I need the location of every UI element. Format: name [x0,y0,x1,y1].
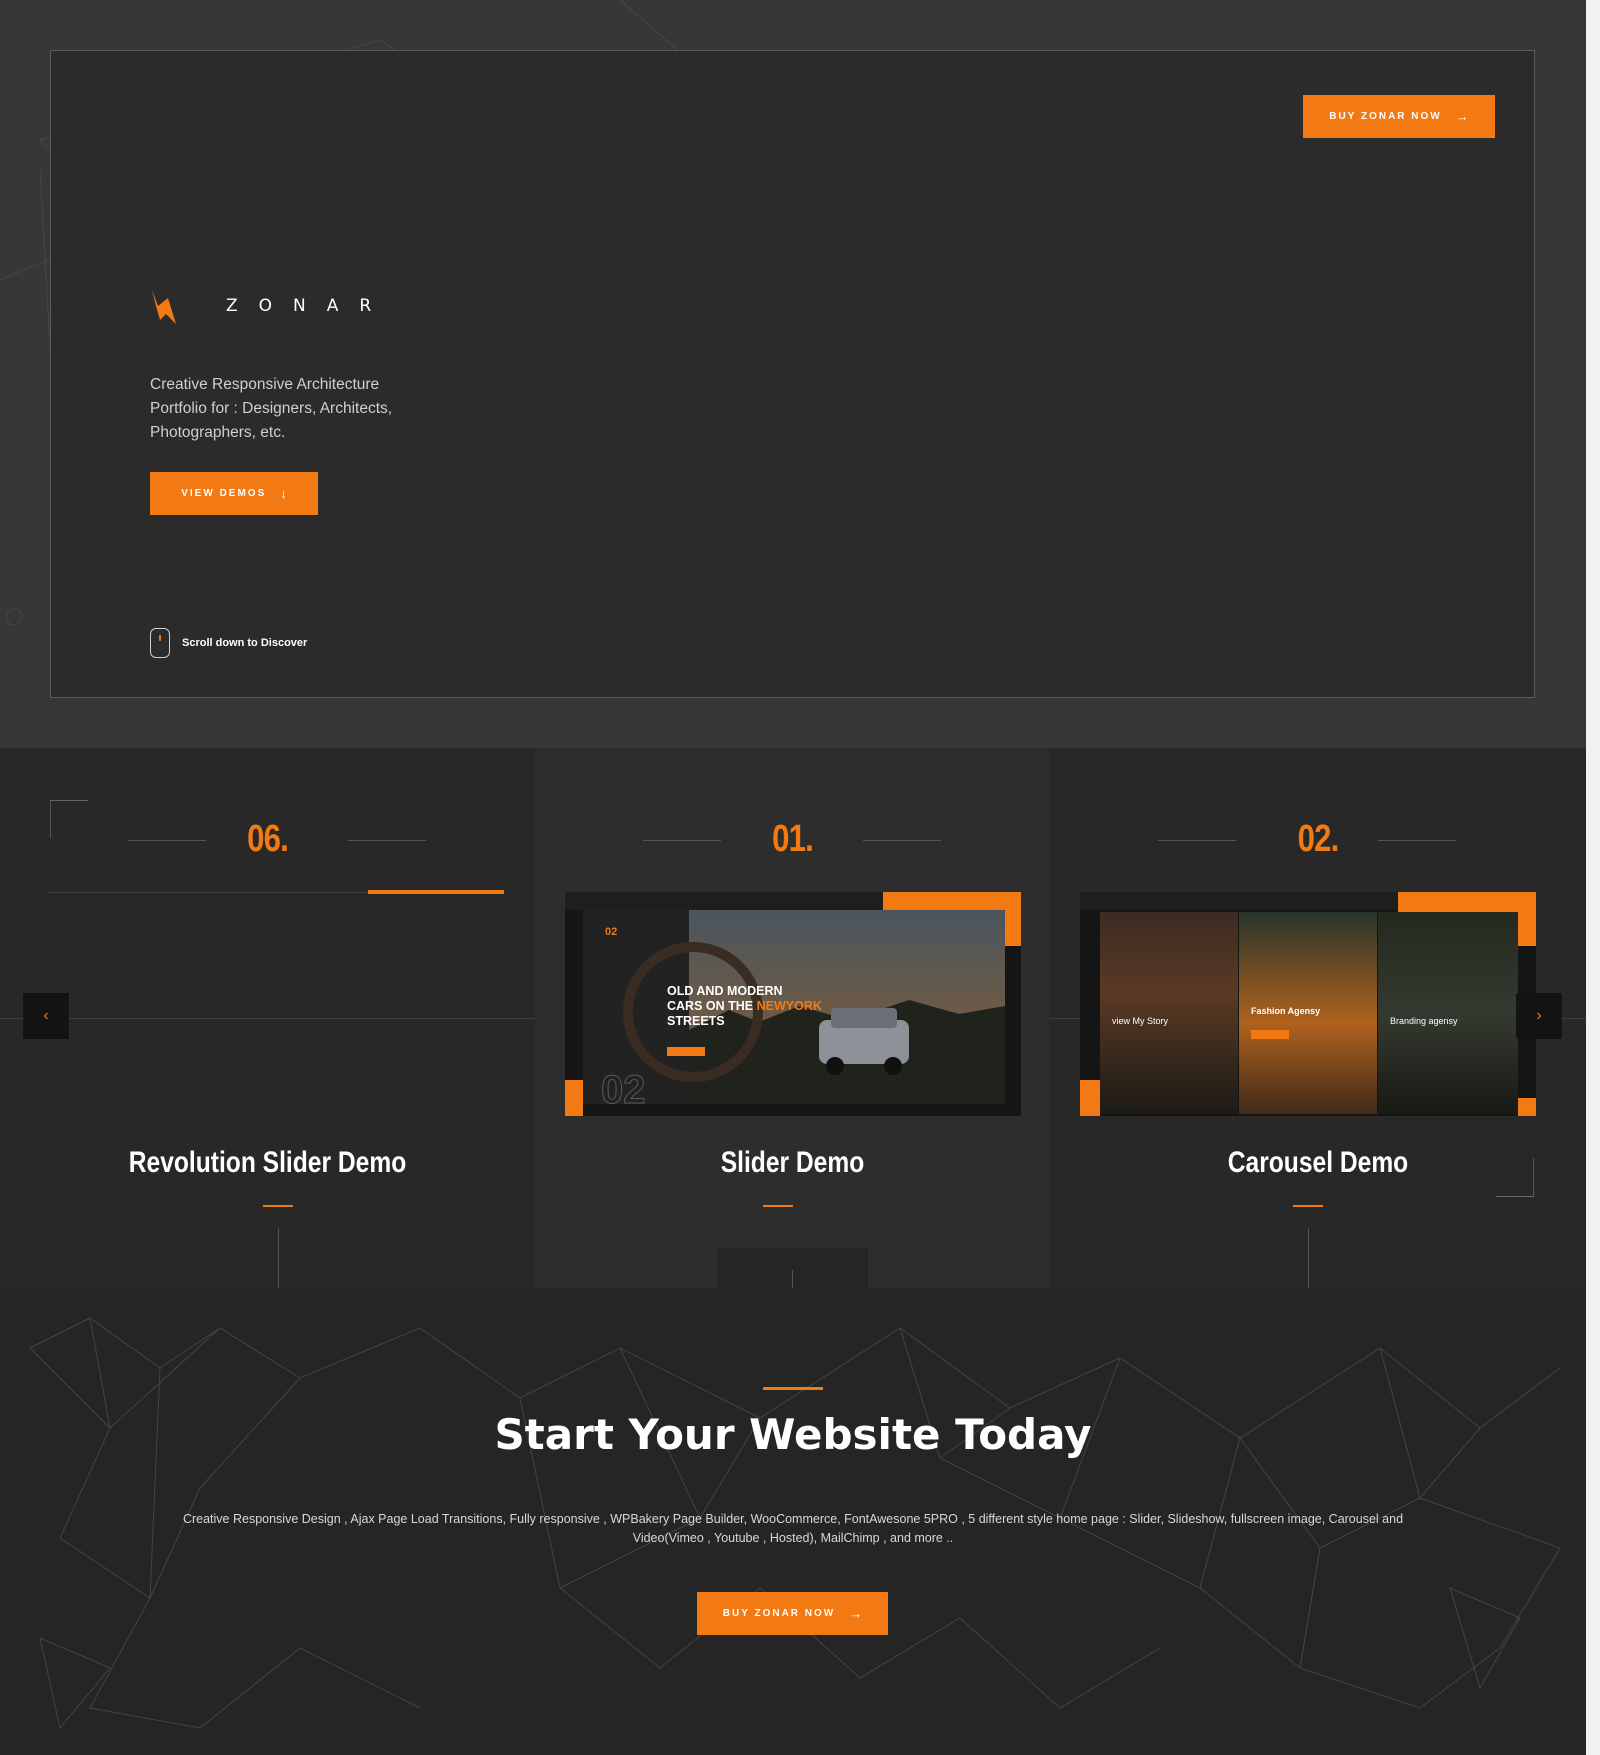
demo-card-slider[interactable]: 01. 02 OLD AND MODERN CARS ON THE NEWYOR… [535,748,1050,1288]
arrow-right-icon: → [849,1606,863,1621]
buy-now-button[interactable]: BUY ZONAR NOW → [1303,95,1495,138]
carousel-next-button[interactable]: › [1516,993,1562,1039]
connector-line [278,1228,279,1288]
demos-carousel: 06. Revolution Slider Demo 01. 02 OLD AN… [0,748,1586,1288]
number-line [1158,840,1236,841]
buy-now-label: BUY ZONAR NOW [1329,111,1442,122]
slider-demo-thumbnail[interactable]: 02 OLD AND MODERN CARS ON THE NEWYORK ST… [565,892,1021,1116]
thumb-button [667,1047,705,1056]
scroll-hint-text: Scroll down to Discover [182,637,308,649]
carousel-prev-button[interactable]: ‹ [23,993,69,1039]
panel-3-label: Branding agensy [1390,1016,1458,1026]
panel-1-label: view My Story [1112,1016,1169,1026]
carousel-panel-2: Fashion Agensy [1239,912,1377,1114]
carousel-panel-1: view My Story [1100,912,1238,1114]
logo-text: ZONAR [226,296,393,316]
view-demos-button[interactable]: VIEW DEMOS ↓ [150,472,318,515]
thumb-headline: OLD AND MODERN CARS ON THE NEWYORK STREE… [667,984,822,1029]
number-line [128,840,206,841]
cta-section: Start Your Website Today Creative Respon… [0,1288,1586,1755]
demo-title: Slider Demo [720,1146,865,1179]
title-underline [1293,1205,1323,1207]
connector-line [1308,1228,1309,1288]
title-underline [263,1205,293,1207]
number-line [348,840,426,841]
demo-number-wrap: 01. [535,818,1050,868]
hero-section: ZONAR Creative Responsive Architecture P… [0,0,1586,748]
title-underline [763,1205,793,1207]
thumb-slide-number: 02 [605,926,618,938]
panel-2-label: Fashion Agensy [1251,1006,1321,1016]
thumb-headline-line3: STREETS [667,1014,725,1028]
demo-title: Carousel Demo [1227,1146,1409,1179]
number-line [863,840,941,841]
hero-description: Creative Responsive Architecture Portfol… [150,376,393,441]
arrow-down-icon: ↓ [280,486,287,501]
scroll-hint[interactable]: Scroll down to Discover [150,628,307,658]
arrow-right-icon: → [1455,109,1469,124]
thumb-headline-line1: OLD AND MODERN [667,984,783,998]
thumb-big-number: 02 [601,1068,646,1112]
number-line [643,840,721,841]
page-scrollbar[interactable] [1586,0,1600,1755]
cta-accent-bar [763,1387,823,1390]
cta-description: Creative Responsive Design , Ajax Page L… [182,1512,1404,1545]
zonar-logo-icon [152,290,176,324]
demo-number-wrap: 06. [0,818,535,868]
cta-title: Start Your Website Today [494,1410,1092,1459]
demo-title: Revolution Slider Demo [128,1146,407,1179]
cta-buy-label: BUY ZONAR NOW [722,1608,836,1619]
logo[interactable]: ZONAR [150,286,392,326]
mouse-icon [150,628,170,658]
demo-card-revolution[interactable]: 06. Revolution Slider Demo [0,748,535,1288]
thumb-accent-square [1518,1098,1536,1116]
demo-number-wrap: 02. [1050,818,1586,868]
cta-buy-button[interactable]: BUY ZONAR NOW → [697,1592,888,1635]
chevron-right-icon: › [1536,1007,1542,1024]
panel-2-button [1251,1030,1289,1039]
connector-block [718,1248,868,1288]
number-line [1378,840,1456,841]
connector-line [792,1270,793,1288]
chevron-left-icon: ‹ [43,1007,49,1024]
thumb-accent-corner [1080,1080,1100,1116]
view-demos-label: VIEW DEMOS [181,488,267,499]
thumb-accent-corner [565,1080,583,1116]
demo-card-carousel[interactable]: 02. view My Story Fashion Agensy Brandin… [1050,748,1586,1288]
carousel-demo-thumbnail[interactable]: view My Story Fashion Agensy Branding ag… [1080,892,1536,1116]
thumb-headline-accent: NEWYORK [756,999,822,1013]
thumb-headline-line2: CARS ON THE [667,999,754,1013]
carousel-panel-3: Branding agensy [1378,912,1518,1114]
